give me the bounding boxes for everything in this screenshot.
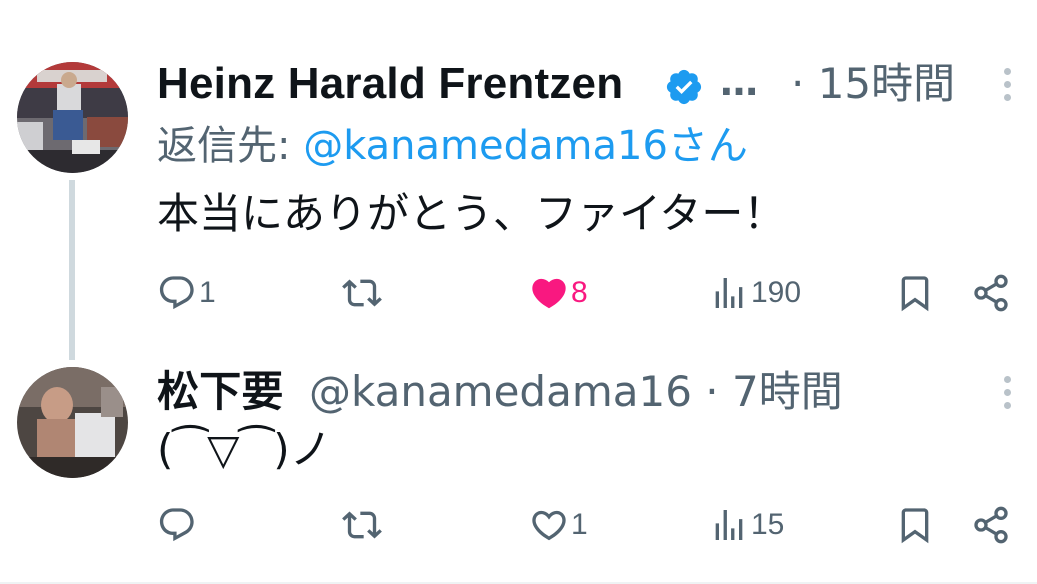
heart-outline-icon <box>532 510 566 541</box>
tweet-header: 松下要 @kanamedama16 · 7時間 <box>157 362 1037 422</box>
share-button[interactable] <box>971 268 1011 318</box>
like-count: 8 <box>571 276 588 309</box>
replying-to: 返信先: @kanamedama16さん <box>157 120 748 172</box>
views-button[interactable]: 15 <box>709 500 784 550</box>
reply-icon <box>159 276 194 310</box>
reply-icon <box>159 508 194 542</box>
views-count: 190 <box>751 276 802 309</box>
author-name[interactable]: 松下要 <box>157 364 284 420</box>
views-chart-icon <box>715 510 743 540</box>
reply-button[interactable]: 1 <box>157 268 216 318</box>
more-options-icon[interactable] <box>997 62 1017 106</box>
replying-to-handle[interactable]: @kanamedama16さん <box>303 123 748 169</box>
tweet[interactable]: 松下要 @kanamedama16 · 7時間 (⁀▽⁀)ノ 1 15 <box>0 360 1037 584</box>
repost-icon <box>342 279 382 307</box>
thread-line <box>69 180 75 360</box>
replying-to-label: 返信先: <box>157 123 304 169</box>
reply-button[interactable] <box>157 500 199 550</box>
tweet-header: Heinz Harald Frentzen … · 15時間 <box>157 54 1037 114</box>
like-button[interactable]: 1 <box>529 500 588 550</box>
handle-and-timestamp[interactable]: @kanamedama16 · 7時間 <box>309 364 843 420</box>
tweet[interactable]: Heinz Harald Frentzen … · 15時間 返信先: @kan… <box>0 0 1037 360</box>
repost-button[interactable] <box>342 500 384 550</box>
action-bar: 1 8 190 <box>157 268 1027 318</box>
timestamp[interactable]: · 15時間 <box>791 56 955 112</box>
avatar[interactable] <box>17 367 128 478</box>
repost-button[interactable] <box>342 268 384 318</box>
action-bar: 1 15 <box>157 500 1027 550</box>
tweet-text: (⁀▽⁀)ノ <box>157 425 332 474</box>
name-truncation: … <box>720 60 760 104</box>
reply-count: 1 <box>199 276 216 309</box>
verified-badge-icon <box>666 69 702 105</box>
share-button[interactable] <box>971 500 1011 550</box>
views-count: 15 <box>751 508 785 541</box>
like-button[interactable]: 8 <box>529 268 588 318</box>
more-options-icon[interactable] <box>997 370 1017 414</box>
bookmark-icon <box>901 276 929 312</box>
heart-filled-icon <box>532 278 566 309</box>
avatar[interactable] <box>17 62 128 173</box>
like-count: 1 <box>571 508 588 541</box>
author-name[interactable]: Heinz Harald Frentzen <box>157 56 623 112</box>
tweet-text: 本当にありがとう、ファイター！ <box>157 189 786 238</box>
bookmark-button[interactable] <box>895 268 935 318</box>
repost-icon <box>342 511 382 539</box>
share-icon <box>974 274 1008 312</box>
bookmark-icon <box>901 508 929 544</box>
share-icon <box>974 506 1008 544</box>
views-button[interactable]: 190 <box>709 268 801 318</box>
views-chart-icon <box>715 278 743 308</box>
bookmark-button[interactable] <box>895 500 935 550</box>
